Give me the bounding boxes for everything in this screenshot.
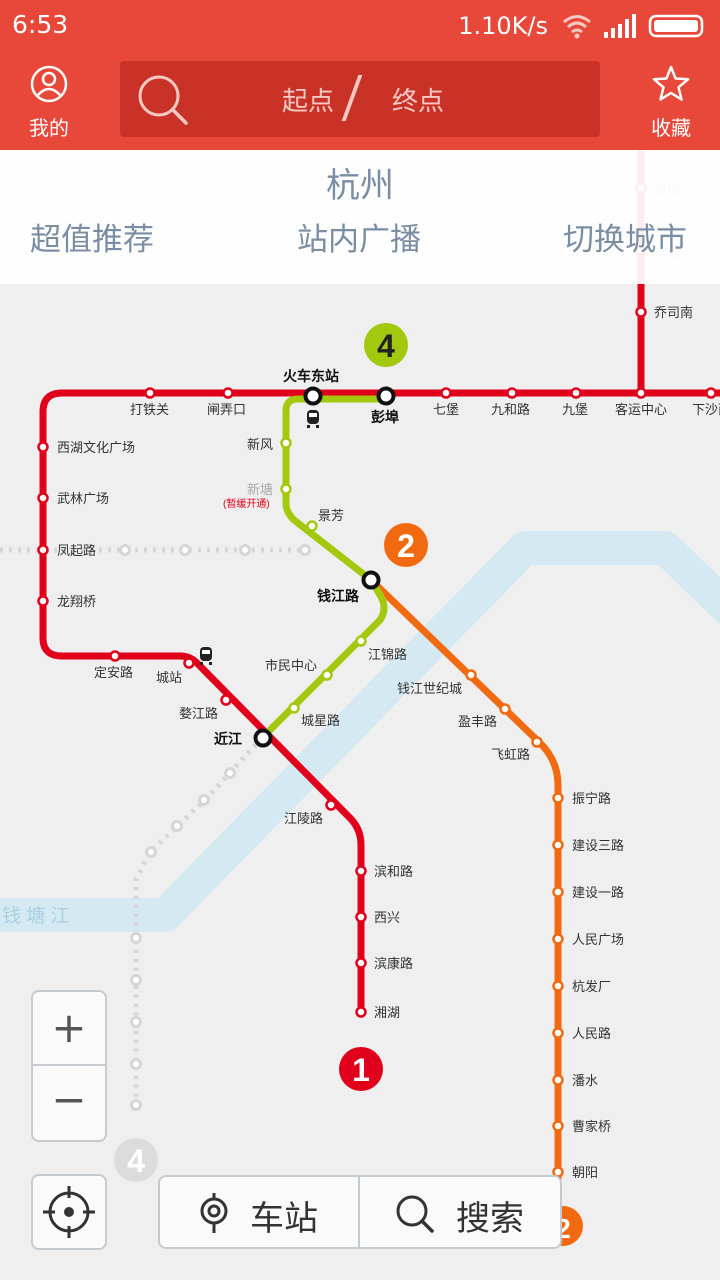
station-feihong: 飞虹路 (491, 747, 530, 762)
location-pin-icon (200, 1193, 228, 1233)
route-separator (341, 75, 363, 121)
current-city: 杭州 (326, 166, 394, 206)
station-longxiang: 龙翔桥 (57, 594, 96, 609)
status-time: 6:53 (12, 10, 69, 39)
station-zhannong: 闸弄口 (207, 402, 246, 417)
station-button[interactable]: 车站 (160, 1177, 360, 1247)
deals-link[interactable]: 超值推荐 (30, 214, 154, 259)
route-search-box[interactable]: 起点 终点 (120, 61, 600, 137)
station-qiaosinan: 乔司南 (654, 305, 693, 320)
station-wujiang: 婺江路 (179, 706, 218, 721)
header-bar: 我的 起点 终点 收藏 (0, 50, 720, 150)
status-icons (563, 14, 704, 39)
station-jingfang: 景芳 (318, 508, 344, 523)
user-icon (30, 65, 68, 103)
station-xixing: 西兴 (374, 910, 400, 925)
station-caojia: 曹家桥 (572, 1119, 611, 1134)
station-xintang: 新塘 (247, 482, 273, 497)
search-button[interactable]: 搜索 (362, 1177, 562, 1247)
zoom-out-button[interactable]: − (33, 1068, 105, 1140)
signal-icon (604, 14, 636, 38)
station-jiangjin: 江锦路 (368, 647, 407, 662)
switch-city-link[interactable]: 切换城市 (563, 214, 687, 259)
station-chaoyang: 朝阳 (572, 1165, 598, 1180)
station-xihu: 西湖文化广场 (57, 440, 135, 455)
station-button-label: 车站 (250, 1199, 318, 1239)
search-icon (138, 75, 188, 125)
station-jinjiang: 近江 (214, 731, 242, 747)
network-speed: 1.10K/s (458, 12, 548, 40)
station-qibao: 七堡 (433, 402, 459, 417)
station-pengbu: 彭埠 (371, 409, 399, 425)
my-account-label: 我的 (29, 116, 69, 140)
station-qianjiang: 钱江路 (317, 588, 360, 604)
station-panshui: 潘水 (572, 1073, 598, 1088)
station-broadcast-link[interactable]: 站内广播 (297, 214, 421, 259)
station-jianshe3: 建设三路 (572, 838, 624, 853)
planned-line-stations (119, 544, 311, 1111)
station-xiasha: 下沙西 (692, 402, 720, 417)
station-dingan: 定安路 (94, 665, 133, 680)
station-chengzhan: 城站 (156, 670, 182, 685)
station-binhe: 滨和路 (374, 864, 413, 879)
wifi-icon (563, 15, 591, 34)
line-4-badge[interactable]: 4 (364, 323, 408, 367)
station-jiubao: 九堡 (562, 402, 588, 417)
favorites-button[interactable]: 收藏 (631, 62, 711, 140)
station-jianshe1: 建设一路 (572, 885, 624, 900)
station-huochedong: 火车东站 (283, 368, 339, 384)
station-jiuhe: 九和路 (491, 402, 530, 417)
zoom-in-button[interactable]: + (33, 992, 105, 1066)
station-keyun: 客运中心 (615, 402, 667, 417)
search-icon (396, 1195, 434, 1233)
station-xianghu: 湘湖 (374, 1005, 400, 1020)
station-xinfeng: 新风 (247, 437, 273, 452)
station-dati: 打铁关 (130, 402, 169, 417)
line-2-badge[interactable]: 2 (384, 523, 428, 567)
destination-input[interactable]: 终点 (392, 81, 444, 118)
station-yingfeng: 盈丰路 (458, 714, 497, 729)
station-xintang-note: (暂缓开通) (223, 497, 270, 510)
svg-text:1: 1 (352, 1052, 370, 1088)
bottom-action-bar: 车站 搜索 (158, 1175, 562, 1249)
river-label: 钱 塘 江 (2, 905, 70, 927)
station-renmin-rd: 人民路 (572, 1026, 611, 1041)
station-binkang: 滨康路 (374, 956, 413, 971)
favorites-label: 收藏 (651, 116, 691, 140)
search-button-label: 搜索 (456, 1199, 524, 1239)
svg-text:2: 2 (397, 528, 415, 564)
line-4-planned-badge: 4 (114, 1138, 158, 1182)
info-panel: 杭州 超值推荐 站内广播 切换城市 (0, 150, 720, 284)
zoom-controls: + − (31, 990, 107, 1142)
status-bar: 6:53 1.10K/s (0, 0, 720, 50)
line-1-badge[interactable]: 1 (339, 1047, 383, 1091)
station-zhenning: 振宁路 (572, 791, 611, 806)
station-fengqi: 凤起路 (57, 543, 96, 558)
station-renmin-sq: 人民广场 (572, 932, 624, 947)
station-chengxing: 城星路 (301, 713, 340, 728)
crosshair-icon (43, 1186, 95, 1238)
station-hangfa: 杭发厂 (572, 979, 611, 994)
battery-icon (648, 14, 704, 38)
my-account-button[interactable]: 我的 (9, 62, 89, 140)
station-wulin: 武林广场 (57, 491, 109, 506)
station-shimin: 市民中心 (265, 658, 317, 673)
svg-text:4: 4 (377, 328, 395, 364)
station-jiangling: 江陵路 (284, 811, 323, 826)
locate-button[interactable] (31, 1174, 107, 1250)
origin-input[interactable]: 起点 (282, 81, 334, 118)
star-icon (652, 65, 690, 101)
station-qianjiang-cc: 钱江世纪城 (397, 681, 462, 696)
svg-text:4: 4 (127, 1143, 145, 1179)
